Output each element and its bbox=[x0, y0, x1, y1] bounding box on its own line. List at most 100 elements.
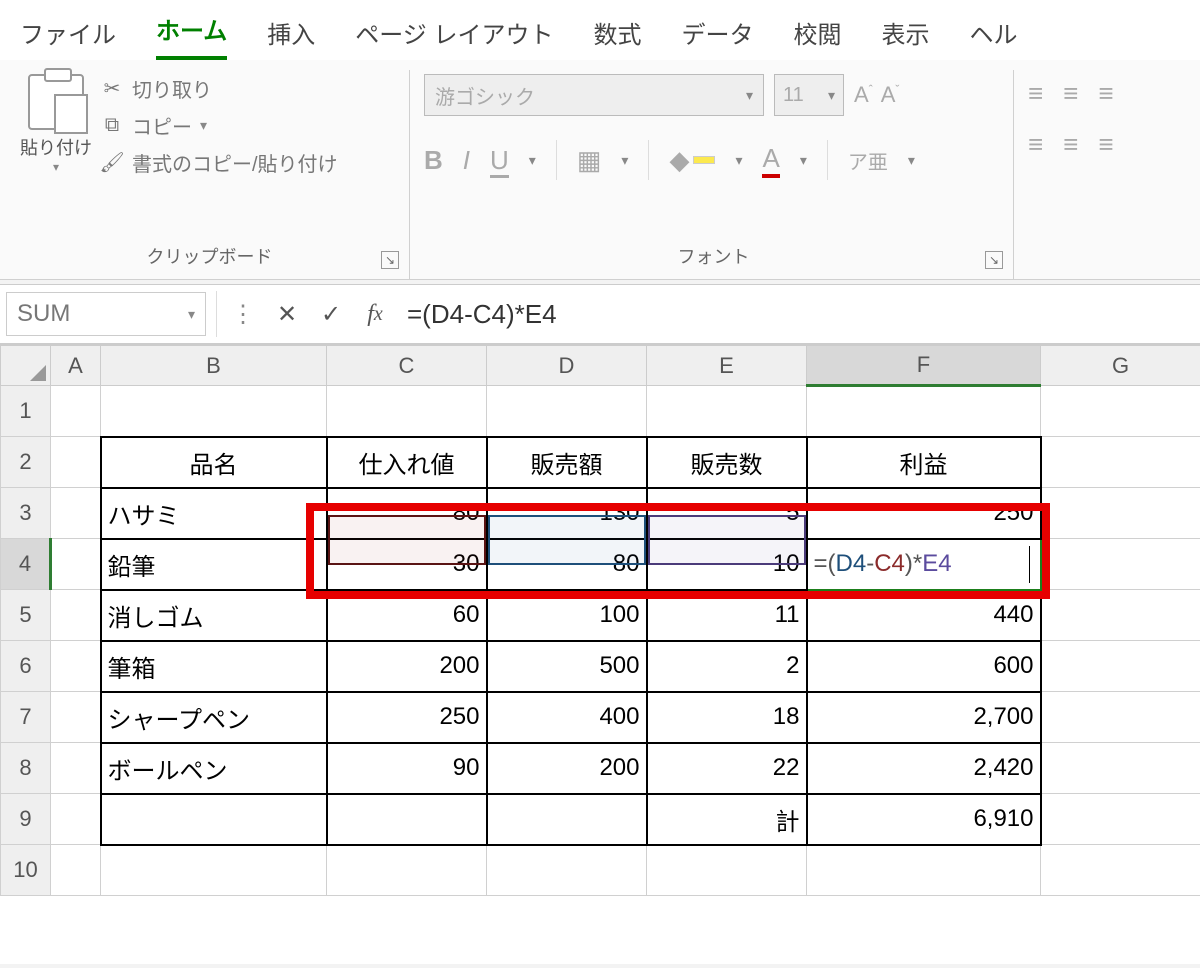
align-bottom-icon[interactable]: ≡ bbox=[1098, 78, 1113, 109]
fill-color-button[interactable]: ◆ bbox=[669, 145, 715, 176]
cell-E6[interactable]: 2 bbox=[647, 641, 807, 692]
cell-B4[interactable]: 鉛筆 bbox=[101, 539, 327, 590]
cell-F2[interactable]: 利益 bbox=[807, 437, 1041, 488]
tab-home[interactable]: ホーム bbox=[156, 7, 227, 60]
tab-layout[interactable]: ページ レイアウト bbox=[355, 11, 553, 60]
cell-D3[interactable]: 130 bbox=[487, 488, 647, 539]
tab-view[interactable]: 表示 bbox=[881, 11, 929, 60]
tab-formulas[interactable]: 数式 bbox=[593, 11, 641, 60]
cell-C7[interactable]: 250 bbox=[327, 692, 487, 743]
align-right-icon[interactable]: ≡ bbox=[1098, 129, 1113, 160]
copy-button[interactable]: ⧉ コピー ▾ bbox=[100, 111, 338, 140]
cell-D6[interactable]: 500 bbox=[487, 641, 647, 692]
tab-data[interactable]: データ bbox=[681, 11, 753, 60]
increase-font-icon[interactable]: Aˆ bbox=[854, 82, 873, 108]
cell-C8[interactable]: 90 bbox=[327, 743, 487, 794]
chevron-down-icon[interactable]: ▾ bbox=[800, 152, 807, 169]
cell-C4[interactable]: 30 bbox=[327, 539, 487, 590]
col-header-B[interactable]: B bbox=[101, 346, 327, 386]
cell-E3[interactable]: 5 bbox=[647, 488, 807, 539]
tab-review[interactable]: 校閲 bbox=[793, 11, 841, 60]
fx-button[interactable]: fx bbox=[353, 292, 397, 336]
col-header-F[interactable]: F bbox=[807, 346, 1041, 386]
cut-button[interactable]: ✂ 切り取り bbox=[100, 74, 338, 103]
row-header-10[interactable]: 10 bbox=[1, 845, 51, 896]
formula-input[interactable] bbox=[397, 292, 1200, 336]
worksheet[interactable]: A B C D E F G 1 2 品名 仕入れ値 販売額 販売数 利益 3 ハ… bbox=[0, 344, 1200, 964]
row-header-2[interactable]: 2 bbox=[1, 437, 51, 488]
col-header-D[interactable]: D bbox=[487, 346, 647, 386]
row-header-1[interactable]: 1 bbox=[1, 386, 51, 437]
italic-button[interactable]: I bbox=[463, 145, 470, 176]
align-top-icon[interactable]: ≡ bbox=[1028, 78, 1043, 109]
font-color-button[interactable]: A bbox=[762, 143, 779, 178]
align-left-icon[interactable]: ≡ bbox=[1028, 129, 1043, 160]
row-header-7[interactable]: 7 bbox=[1, 692, 51, 743]
enter-button[interactable]: ✓ bbox=[309, 292, 353, 336]
cell-F5[interactable]: 440 bbox=[807, 590, 1041, 641]
cell-B6[interactable]: 筆箱 bbox=[101, 641, 327, 692]
col-header-A[interactable]: A bbox=[51, 346, 101, 386]
decrease-font-icon[interactable]: Aˇ bbox=[881, 82, 900, 108]
chevron-down-icon[interactable]: ▾ bbox=[621, 152, 628, 169]
cancel-button[interactable]: ✕ bbox=[265, 292, 309, 336]
options-button[interactable]: ⋮ bbox=[221, 292, 265, 336]
font-family-selector[interactable]: 游ゴシック ▾ bbox=[424, 74, 764, 116]
col-header-C[interactable]: C bbox=[327, 346, 487, 386]
cell-B5[interactable]: 消しゴム bbox=[101, 590, 327, 641]
phonetic-button[interactable]: ア亜 bbox=[848, 146, 888, 175]
tab-help[interactable]: ヘル bbox=[969, 11, 1017, 60]
cell-D2[interactable]: 販売額 bbox=[487, 437, 647, 488]
row-header-5[interactable]: 5 bbox=[1, 590, 51, 641]
chevron-down-icon[interactable]: ▾ bbox=[200, 117, 207, 134]
font-size-selector[interactable]: 11 ▾ bbox=[774, 74, 844, 116]
dialog-launcher-icon[interactable] bbox=[985, 251, 1003, 269]
chevron-down-icon[interactable]: ▾ bbox=[529, 152, 536, 169]
cell-F7[interactable]: 2,700 bbox=[807, 692, 1041, 743]
chevron-down-icon[interactable]: ▾ bbox=[53, 160, 59, 174]
row-header-3[interactable]: 3 bbox=[1, 488, 51, 539]
cell-D7[interactable]: 400 bbox=[487, 692, 647, 743]
cell-F4-editing[interactable]: =(D4-C4)*E4 bbox=[807, 539, 1041, 590]
align-center-icon[interactable]: ≡ bbox=[1063, 129, 1078, 160]
cell-E4[interactable]: 10 bbox=[647, 539, 807, 590]
col-header-E[interactable]: E bbox=[647, 346, 807, 386]
cell-B7[interactable]: シャープペン bbox=[101, 692, 327, 743]
underline-button[interactable]: U bbox=[490, 145, 509, 176]
cell-C3[interactable]: 80 bbox=[327, 488, 487, 539]
format-painter-button[interactable]: 🖌 書式のコピー/貼り付け bbox=[100, 148, 338, 177]
cell-F6[interactable]: 600 bbox=[807, 641, 1041, 692]
align-middle-icon[interactable]: ≡ bbox=[1063, 78, 1078, 109]
cell-C2[interactable]: 仕入れ値 bbox=[327, 437, 487, 488]
cell-C6[interactable]: 200 bbox=[327, 641, 487, 692]
cell-F9[interactable]: 6,910 bbox=[807, 794, 1041, 845]
cell-D5[interactable]: 100 bbox=[487, 590, 647, 641]
cell-D4[interactable]: 80 bbox=[487, 539, 647, 590]
chevron-down-icon[interactable]: ▾ bbox=[188, 306, 195, 323]
row-header-4[interactable]: 4 bbox=[1, 539, 51, 590]
col-header-G[interactable]: G bbox=[1041, 346, 1200, 386]
row-header-9[interactable]: 9 bbox=[1, 794, 51, 845]
cell-E5[interactable]: 11 bbox=[647, 590, 807, 641]
paste-button[interactable]: 貼り付け ▾ bbox=[20, 70, 92, 174]
tab-file[interactable]: ファイル bbox=[20, 11, 116, 60]
chevron-down-icon[interactable]: ▾ bbox=[735, 152, 742, 169]
tab-insert[interactable]: 挿入 bbox=[267, 11, 315, 60]
cell-E9[interactable]: 計 bbox=[647, 794, 807, 845]
cell-F3[interactable]: 250 bbox=[807, 488, 1041, 539]
cell-E2[interactable]: 販売数 bbox=[647, 437, 807, 488]
name-box[interactable]: SUM ▾ bbox=[6, 292, 206, 336]
select-all-button[interactable] bbox=[1, 346, 51, 386]
cell-E7[interactable]: 18 bbox=[647, 692, 807, 743]
cell-B2[interactable]: 品名 bbox=[101, 437, 327, 488]
cell-C5[interactable]: 60 bbox=[327, 590, 487, 641]
row-header-8[interactable]: 8 bbox=[1, 743, 51, 794]
bold-button[interactable]: B bbox=[424, 145, 443, 176]
row-header-6[interactable]: 6 bbox=[1, 641, 51, 692]
dialog-launcher-icon[interactable] bbox=[381, 251, 399, 269]
cell-B8[interactable]: ボールペン bbox=[101, 743, 327, 794]
border-button[interactable]: ▦ bbox=[577, 145, 602, 176]
chevron-down-icon[interactable]: ▾ bbox=[908, 152, 915, 169]
cell-F8[interactable]: 2,420 bbox=[807, 743, 1041, 794]
cell-D8[interactable]: 200 bbox=[487, 743, 647, 794]
